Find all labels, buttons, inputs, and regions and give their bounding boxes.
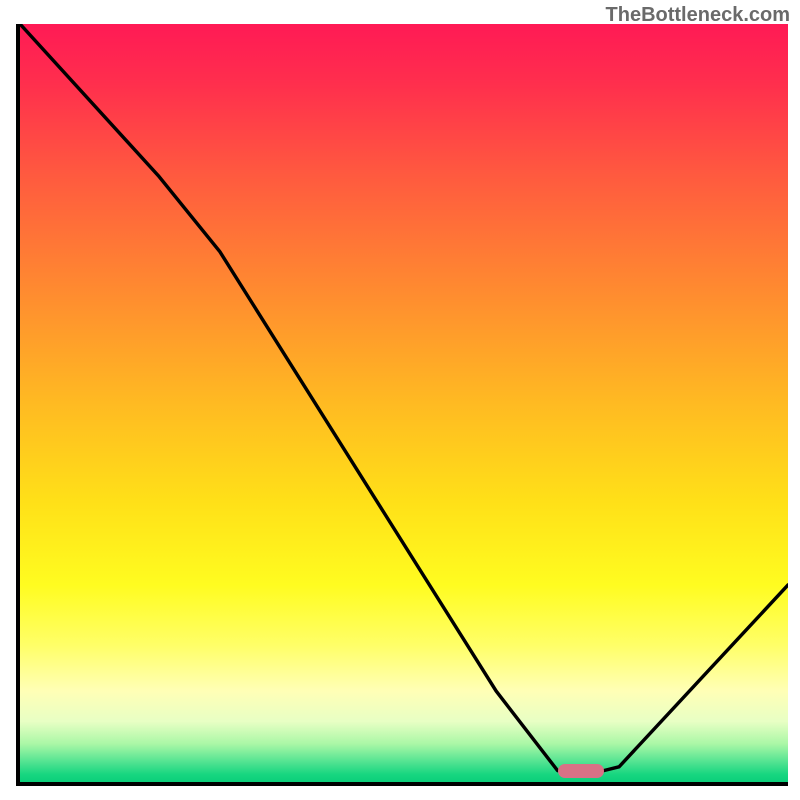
chart-frame [16,24,788,786]
chart-background-gradient [20,24,788,782]
watermark-text: TheBottleneck.com [606,4,790,27]
optimal-point-marker [558,764,604,778]
